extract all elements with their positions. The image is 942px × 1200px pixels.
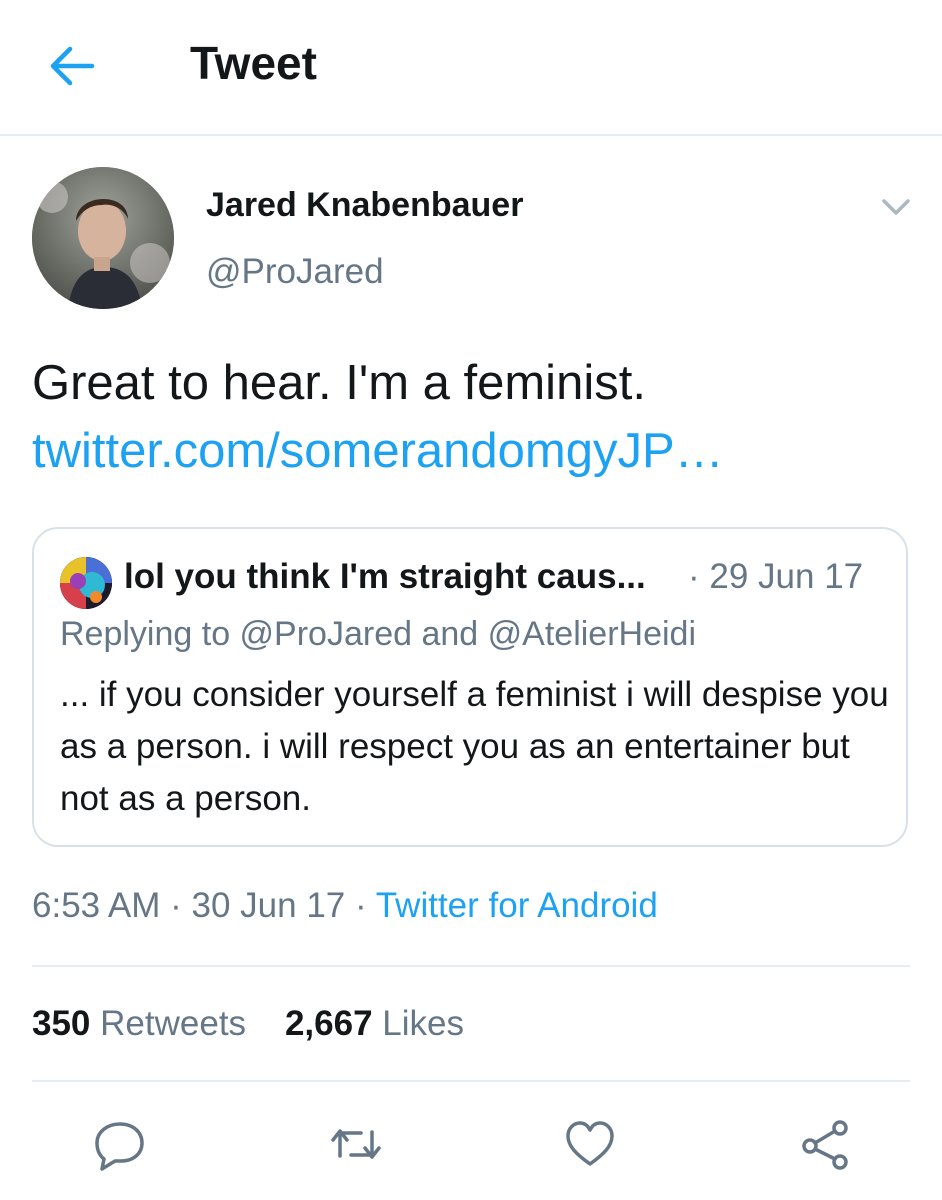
tweet-link[interactable]: twitter.com/somerandomgyJP… [32, 420, 724, 482]
author-name[interactable]: Jared Knabenbauer [206, 186, 523, 225]
tweet-stats: 350 Retweets 2,667 Likes [32, 1004, 464, 1044]
chevron-down-icon [882, 199, 910, 215]
retweet-icon [331, 1129, 381, 1159]
likes-count: 2,667 [284, 1004, 373, 1043]
reply-icon [95, 1122, 144, 1171]
tweet-timestamp: 6:53 AM · 30 Jun 17 · [32, 886, 376, 925]
tweet-text: Great to hear. I'm a feminist. [32, 356, 646, 410]
tweet-meta: 6:53 AM · 30 Jun 17 · Twitter for Androi… [32, 886, 658, 926]
divider [32, 1080, 910, 1082]
more-options-button[interactable] [876, 192, 916, 222]
back-button[interactable] [46, 44, 96, 88]
quoted-tweet-date: · 29 Jun 17 [688, 557, 864, 596]
tweet-source-link[interactable]: Twitter for Android [376, 886, 658, 925]
reply-button[interactable] [92, 1116, 148, 1172]
quoted-tweet-replying-to: Replying to @ProJared and @AtelierHeidi [60, 615, 697, 653]
retweets-label: Retweets [100, 1004, 247, 1043]
arrow-left-icon [50, 46, 95, 86]
quoted-tweet-card[interactable]: lol you think I'm straight caus... · 29 … [32, 527, 908, 847]
likes-label: Likes [382, 1004, 464, 1043]
avatar[interactable] [32, 167, 174, 309]
like-icon [566, 1121, 614, 1166]
retweets-count: 350 [32, 1004, 91, 1043]
share-button[interactable] [798, 1116, 854, 1172]
divider [32, 965, 910, 967]
author-handle[interactable]: @ProJared [206, 252, 384, 292]
likes-stat[interactable]: 2,667 Likes [285, 1004, 464, 1043]
retweet-button[interactable] [328, 1116, 384, 1172]
quoted-tweet-author: lol you think I'm straight caus... [124, 557, 646, 596]
retweets-stat[interactable]: 350 Retweets [32, 1004, 246, 1043]
top-bar: Tweet [0, 0, 942, 136]
like-button[interactable] [562, 1116, 618, 1172]
quoted-tweet-text: ... if you consider yourself a feminist … [60, 675, 889, 818]
quoted-tweet-avatar [60, 557, 112, 609]
page-title: Tweet [190, 37, 317, 89]
share-icon [802, 1120, 848, 1170]
